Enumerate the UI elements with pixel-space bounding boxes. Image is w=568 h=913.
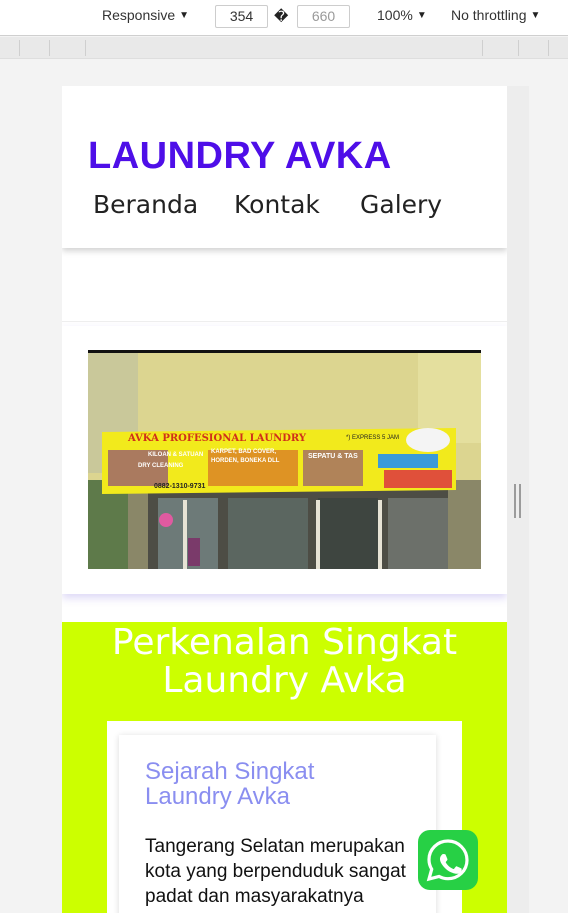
whatsapp-icon — [426, 839, 469, 882]
whatsapp-button[interactable] — [418, 830, 478, 890]
banner-title: AVKA PROFESIONAL LAUNDRY — [127, 433, 307, 444]
photo-card: AVKA PROFESIONAL LAUNDRY *) EXPRESS 5 JA… — [62, 326, 507, 594]
zoom-select[interactable]: 100% ▼ — [377, 7, 427, 23]
storefront-photo: AVKA PROFESIONAL LAUNDRY *) EXPRESS 5 JA… — [88, 350, 481, 569]
nav-link-kontak[interactable]: Kontak — [234, 190, 320, 219]
banner-service: KILOAN & SATUAN — [148, 452, 203, 458]
nav-link-galery[interactable]: Galery — [360, 190, 442, 219]
ruler-divider — [19, 40, 20, 56]
ruler-divider — [482, 40, 483, 56]
device-select-label: Responsive — [102, 7, 176, 23]
height-input[interactable]: 660 — [297, 5, 350, 28]
dimension-separator: � — [274, 8, 289, 24]
device-select[interactable]: Responsive ▼ — [102, 7, 189, 23]
history-text: Tangerang Selatan merupakan kota yang be… — [145, 836, 406, 907]
intro-title: Perkenalan Singkat Laundry Avka — [111, 622, 458, 701]
history-card: Sejarah Singkat Laundry Avka Tangerang S… — [107, 721, 462, 913]
throttle-select-label: No throttling — [451, 7, 527, 23]
banner-service: HORDEN, BONEKA DLL — [211, 458, 280, 464]
chevron-down-icon: ▼ — [530, 9, 541, 21]
banner-service: DRY CLEANING — [138, 463, 184, 469]
site-header: LAUNDRY AVKA Beranda Kontak Galery — [62, 86, 507, 248]
history-heading: Sejarah Singkat Laundry Avka — [145, 758, 315, 810]
banner-phone: 0882-1310-9731 — [154, 483, 205, 490]
chevron-down-icon: ▼ — [179, 9, 190, 21]
banner-service: KARPET, BAD COVER, — [211, 449, 276, 455]
resize-handle[interactable] — [514, 484, 522, 518]
devtools-toolbar: Responsive ▼ 354 � 660 100% ▼ No throttl… — [0, 0, 568, 36]
media-query-ruler[interactable] — [0, 37, 568, 59]
banner-express: *) EXPRESS 5 JAM — [346, 435, 399, 441]
ruler-divider — [548, 40, 549, 56]
empty-section — [62, 256, 507, 322]
zoom-select-label: 100% — [377, 7, 413, 23]
ruler-divider — [49, 40, 50, 56]
width-input[interactable]: 354 — [215, 5, 268, 28]
site-logo[interactable]: LAUNDRY AVKA — [88, 135, 392, 178]
throttle-select[interactable]: No throttling ▼ — [451, 7, 540, 23]
history-card-inner: Sejarah Singkat Laundry Avka Tangerang S… — [119, 735, 436, 913]
device-viewport: LAUNDRY AVKA Beranda Kontak Galery AVKA … — [62, 86, 507, 913]
nav-link-beranda[interactable]: Beranda — [93, 190, 198, 219]
ruler-divider — [85, 40, 86, 56]
banner-service: SEPATU & TAS — [308, 453, 358, 460]
chevron-down-icon: ▼ — [416, 9, 427, 21]
ruler-divider — [518, 40, 519, 56]
